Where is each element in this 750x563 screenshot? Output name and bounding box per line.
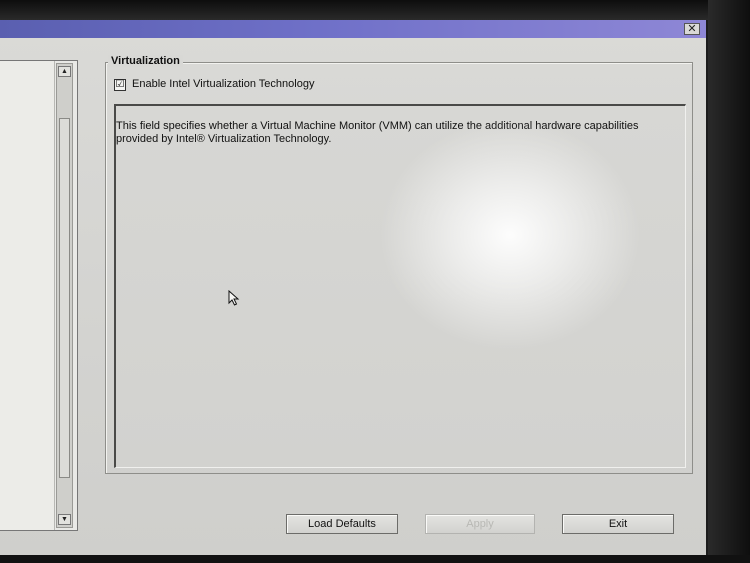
monitor-bezel-top [0,0,750,20]
apply-button[interactable]: Apply [425,514,535,534]
group-title: Virtualization [108,55,183,67]
help-description-text: This field specifies whether a Virtual M… [116,120,639,145]
title-bar: ✕ [0,20,706,38]
scroll-down-arrow-icon[interactable]: ▼ [58,514,71,525]
tree-scrollbar[interactable]: ▲ ▼ [56,63,73,528]
monitor-bezel-right [708,0,750,563]
load-defaults-button[interactable]: Load Defaults [286,514,398,534]
monitor-bezel-bottom [0,555,750,563]
exit-button[interactable]: Exit [562,514,674,534]
close-icon[interactable]: ✕ [684,23,700,35]
checkmark-icon[interactable]: ☑ [114,79,126,91]
settings-tree-panel: ▲ ▼ [0,60,78,531]
enable-vt-label[interactable]: Enable Intel Virtualization Technology [132,78,314,90]
scrollbar-thumb[interactable] [59,118,70,478]
settings-tree[interactable] [0,61,55,530]
help-description-box: This field specifies whether a Virtual M… [114,104,686,468]
mouse-pointer-icon [228,290,240,306]
scroll-up-arrow-icon[interactable]: ▲ [58,66,71,77]
